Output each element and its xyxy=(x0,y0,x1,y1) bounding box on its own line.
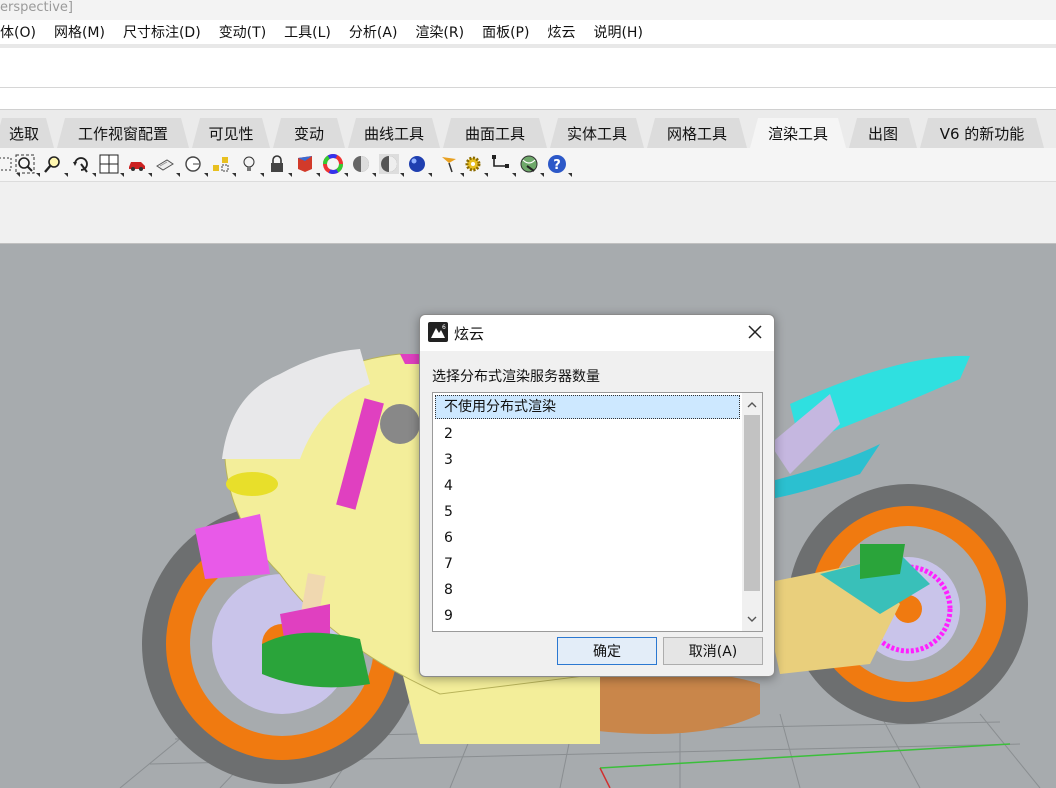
tab-viewport-layout[interactable]: 工作视窗配置 xyxy=(57,118,189,148)
server-count-list[interactable]: 不使用分布式渲染 2 3 4 5 6 7 8 9 xyxy=(432,392,763,632)
list-item[interactable]: 9 xyxy=(433,603,742,629)
menu-transform[interactable]: 变动(T) xyxy=(219,22,266,42)
menu-render[interactable]: 渲染(R) xyxy=(415,22,464,42)
tab-surface-tools[interactable]: 曲面工具 xyxy=(443,118,547,148)
list-item[interactable]: 4 xyxy=(433,473,742,499)
list-item[interactable]: 8 xyxy=(433,577,742,603)
scrollbar-thumb[interactable] xyxy=(744,415,760,591)
four-viewports-icon[interactable] xyxy=(98,153,124,177)
xuanyun-dialog: 6 炫云 选择分布式渲染服务器数量 不使用分布式渲染 2 3 4 5 6 7 8… xyxy=(419,314,775,677)
rhino-window: erspective] 体(O) 网格(M) 尺寸标注(D) 变动(T) 工具(… xyxy=(0,0,1056,788)
tab-curve-tools[interactable]: 曲线工具 xyxy=(348,118,440,148)
command-history xyxy=(0,48,1056,88)
tab-render-tools[interactable]: 渲染工具 xyxy=(750,118,846,148)
svg-text:?: ? xyxy=(553,158,561,173)
globe-icon[interactable] xyxy=(518,153,544,177)
list-item[interactable]: 2 xyxy=(433,421,742,447)
color-wheel-icon[interactable] xyxy=(322,153,348,177)
menu-tools[interactable]: 工具(L) xyxy=(284,22,331,42)
list-item[interactable]: 3 xyxy=(433,447,742,473)
menu-bar: 体(O) 网格(M) 尺寸标注(D) 变动(T) 工具(L) 分析(A) 渲染(… xyxy=(0,20,1056,44)
rotate-view-icon[interactable] xyxy=(70,153,96,177)
menu-analyze[interactable]: 分析(A) xyxy=(349,22,398,42)
tab-layout[interactable]: 出图 xyxy=(849,118,917,148)
menu-help[interactable]: 说明(H) xyxy=(593,22,642,42)
chevron-down-icon[interactable] xyxy=(742,609,762,629)
dialog-title: 炫云 xyxy=(454,325,485,343)
flag-icon[interactable] xyxy=(438,153,464,177)
svg-text:6: 6 xyxy=(442,324,446,331)
render-toolbar: ? xyxy=(0,148,1056,182)
shaded-sphere-icon[interactable] xyxy=(350,153,376,177)
list-item[interactable]: 不使用分布式渲染 xyxy=(435,395,740,419)
tab-transform[interactable]: 变动 xyxy=(273,118,345,148)
list-scrollbar[interactable] xyxy=(742,393,762,631)
title-text: erspective] xyxy=(0,0,73,15)
cancel-button[interactable]: 取消(A) xyxy=(663,637,763,665)
menu-xuanyun[interactable]: 炫云 xyxy=(547,22,575,42)
tab-solid-tools[interactable]: 实体工具 xyxy=(550,118,644,148)
zoom-window-icon[interactable] xyxy=(14,153,40,177)
car-icon[interactable] xyxy=(126,153,152,177)
circle-icon[interactable] xyxy=(182,153,208,177)
ok-button[interactable]: 确定 xyxy=(557,637,657,665)
list-item[interactable]: 5 xyxy=(433,499,742,525)
light-bulb-icon[interactable] xyxy=(238,153,264,177)
toolbar-tab-bar: 选取 工作视窗配置 可见性 变动 曲线工具 曲面工具 实体工具 网格工具 渲染工… xyxy=(0,110,1056,148)
title-bar: erspective] xyxy=(0,0,1056,20)
dialog-title-bar: 6 炫云 xyxy=(420,315,774,351)
toolbar-panel xyxy=(0,182,1056,244)
dots-icon[interactable] xyxy=(210,153,236,177)
lock-icon[interactable] xyxy=(266,153,292,177)
tab-select[interactable]: 选取 xyxy=(0,118,54,148)
menu-solid[interactable]: 体(O) xyxy=(0,22,36,42)
help-icon[interactable]: ? xyxy=(546,153,572,177)
tab-v6-new[interactable]: V6 的新功能 xyxy=(920,118,1044,148)
gear-icon[interactable] xyxy=(462,153,488,177)
command-line[interactable] xyxy=(0,88,1056,110)
close-icon[interactable] xyxy=(746,323,764,341)
rendered-sphere-icon[interactable] xyxy=(378,153,404,177)
list-item[interactable]: 6 xyxy=(433,525,742,551)
tab-visibility[interactable]: 可见性 xyxy=(192,118,270,148)
xuanyun-logo-icon: 6 xyxy=(428,322,448,342)
blue-sphere-icon[interactable] xyxy=(406,153,432,177)
tab-mesh-tools[interactable]: 网格工具 xyxy=(647,118,747,148)
paper-icon[interactable] xyxy=(154,153,180,177)
dimension-icon[interactable] xyxy=(490,153,516,177)
list-item[interactable]: 7 xyxy=(433,551,742,577)
chevron-up-icon[interactable] xyxy=(742,395,762,415)
zoom-selected-icon[interactable] xyxy=(42,153,68,177)
dialog-prompt: 选择分布式渲染服务器数量 xyxy=(432,369,600,385)
menu-dimension[interactable]: 尺寸标注(D) xyxy=(123,22,201,42)
menu-mesh[interactable]: 网格(M) xyxy=(54,22,105,42)
material-icon[interactable] xyxy=(294,153,320,177)
menu-panels[interactable]: 面板(P) xyxy=(482,22,529,42)
